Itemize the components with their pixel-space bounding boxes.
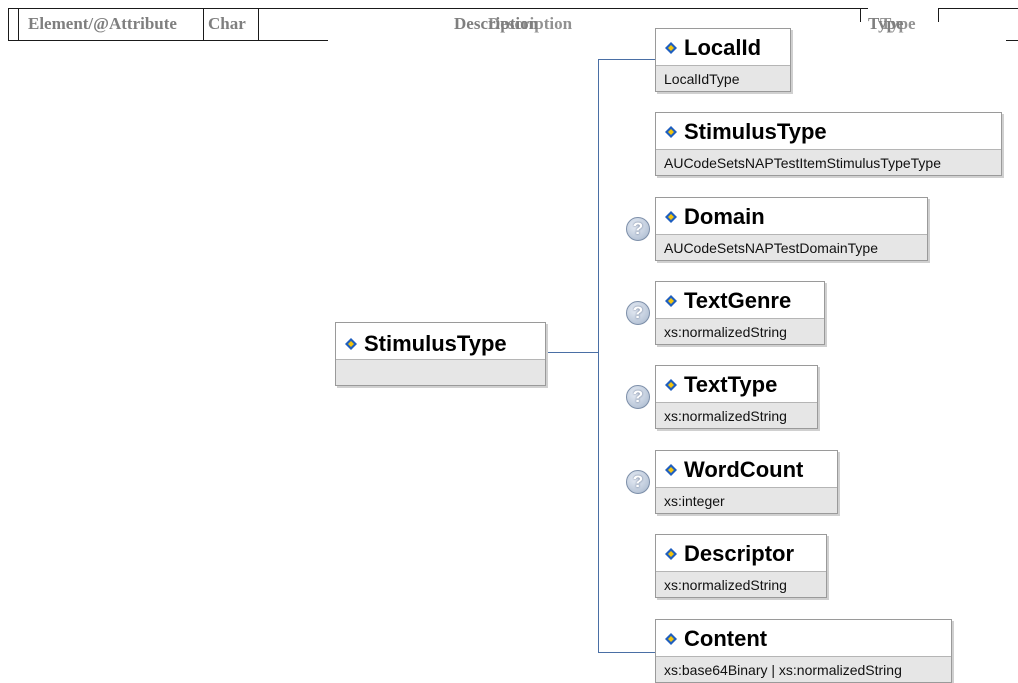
optional-icon: ? <box>626 301 650 325</box>
root-element-node[interactable]: StimulusType <box>335 322 546 386</box>
element-icon <box>665 548 677 560</box>
element-name: LocalId <box>684 35 762 60</box>
header-type: Type <box>880 14 916 33</box>
element-icon <box>665 379 677 391</box>
header-divider <box>203 8 204 41</box>
optional-icon: ? <box>626 470 650 494</box>
element-icon <box>665 42 677 54</box>
header-divider <box>8 8 9 41</box>
element-type: AUCodeSetsNAPTestItemStimulusTypeType <box>656 149 1001 175</box>
connector-branch <box>598 59 655 60</box>
element-name: Descriptor <box>684 541 795 566</box>
header-divider <box>938 8 939 22</box>
element-icon <box>665 126 677 138</box>
header-divider <box>18 8 19 41</box>
optional-icon: ? <box>626 217 650 241</box>
element-type: xs:base64Binary | xs:normalizedString <box>656 656 951 682</box>
table-header: Element/@Attribute Char Description Desc… <box>0 0 1018 44</box>
connector-root <box>545 352 599 353</box>
child-element-domain[interactable]: Domain AUCodeSetsNAPTestDomainType <box>655 197 928 261</box>
child-element-wordcount[interactable]: WordCount xs:integer <box>655 450 838 514</box>
child-element-texttype[interactable]: TextType xs:normalizedString <box>655 365 818 429</box>
header-top-border <box>938 8 1018 9</box>
element-type: xs:integer <box>656 487 837 513</box>
element-name: Content <box>684 626 768 651</box>
element-icon <box>665 211 677 223</box>
element-icon <box>665 464 677 476</box>
connector-branch <box>598 652 655 653</box>
element-type: xs:normalizedString <box>656 402 817 428</box>
element-type: LocalIdType <box>656 65 790 91</box>
element-icon <box>665 633 677 645</box>
optional-icon: ? <box>626 385 650 409</box>
root-element-type <box>336 359 545 385</box>
header-top-border <box>8 8 868 9</box>
element-name: TextType <box>684 372 778 397</box>
child-element-textgenre[interactable]: TextGenre xs:normalizedString <box>655 281 825 345</box>
child-element-descriptor[interactable]: Descriptor xs:normalizedString <box>655 534 827 598</box>
header-description: Description <box>488 14 573 33</box>
root-element-name: StimulusType <box>364 331 507 356</box>
element-icon <box>665 295 677 307</box>
header-bottom-border <box>8 40 328 41</box>
header-element-attribute: Element/@Attribute <box>28 14 177 33</box>
header-divider <box>258 8 259 41</box>
element-name: TextGenre <box>684 288 792 313</box>
header-bottom-border <box>1006 40 1018 41</box>
header-char: Char <box>208 14 246 33</box>
element-type: xs:normalizedString <box>656 318 824 344</box>
element-type: AUCodeSetsNAPTestDomainType <box>656 234 927 260</box>
element-name: Domain <box>684 204 765 229</box>
element-name: StimulusType <box>684 119 827 144</box>
connector-trunk <box>598 59 599 652</box>
child-element-localid[interactable]: LocalId LocalIdType <box>655 28 791 92</box>
child-element-stimulustype[interactable]: StimulusType AUCodeSetsNAPTestItemStimul… <box>655 112 1002 176</box>
element-name: WordCount <box>684 457 804 482</box>
child-element-content[interactable]: Content xs:base64Binary | xs:normalizedS… <box>655 619 952 683</box>
header-divider <box>860 8 861 22</box>
element-icon <box>345 338 357 350</box>
element-type: xs:normalizedString <box>656 571 826 597</box>
